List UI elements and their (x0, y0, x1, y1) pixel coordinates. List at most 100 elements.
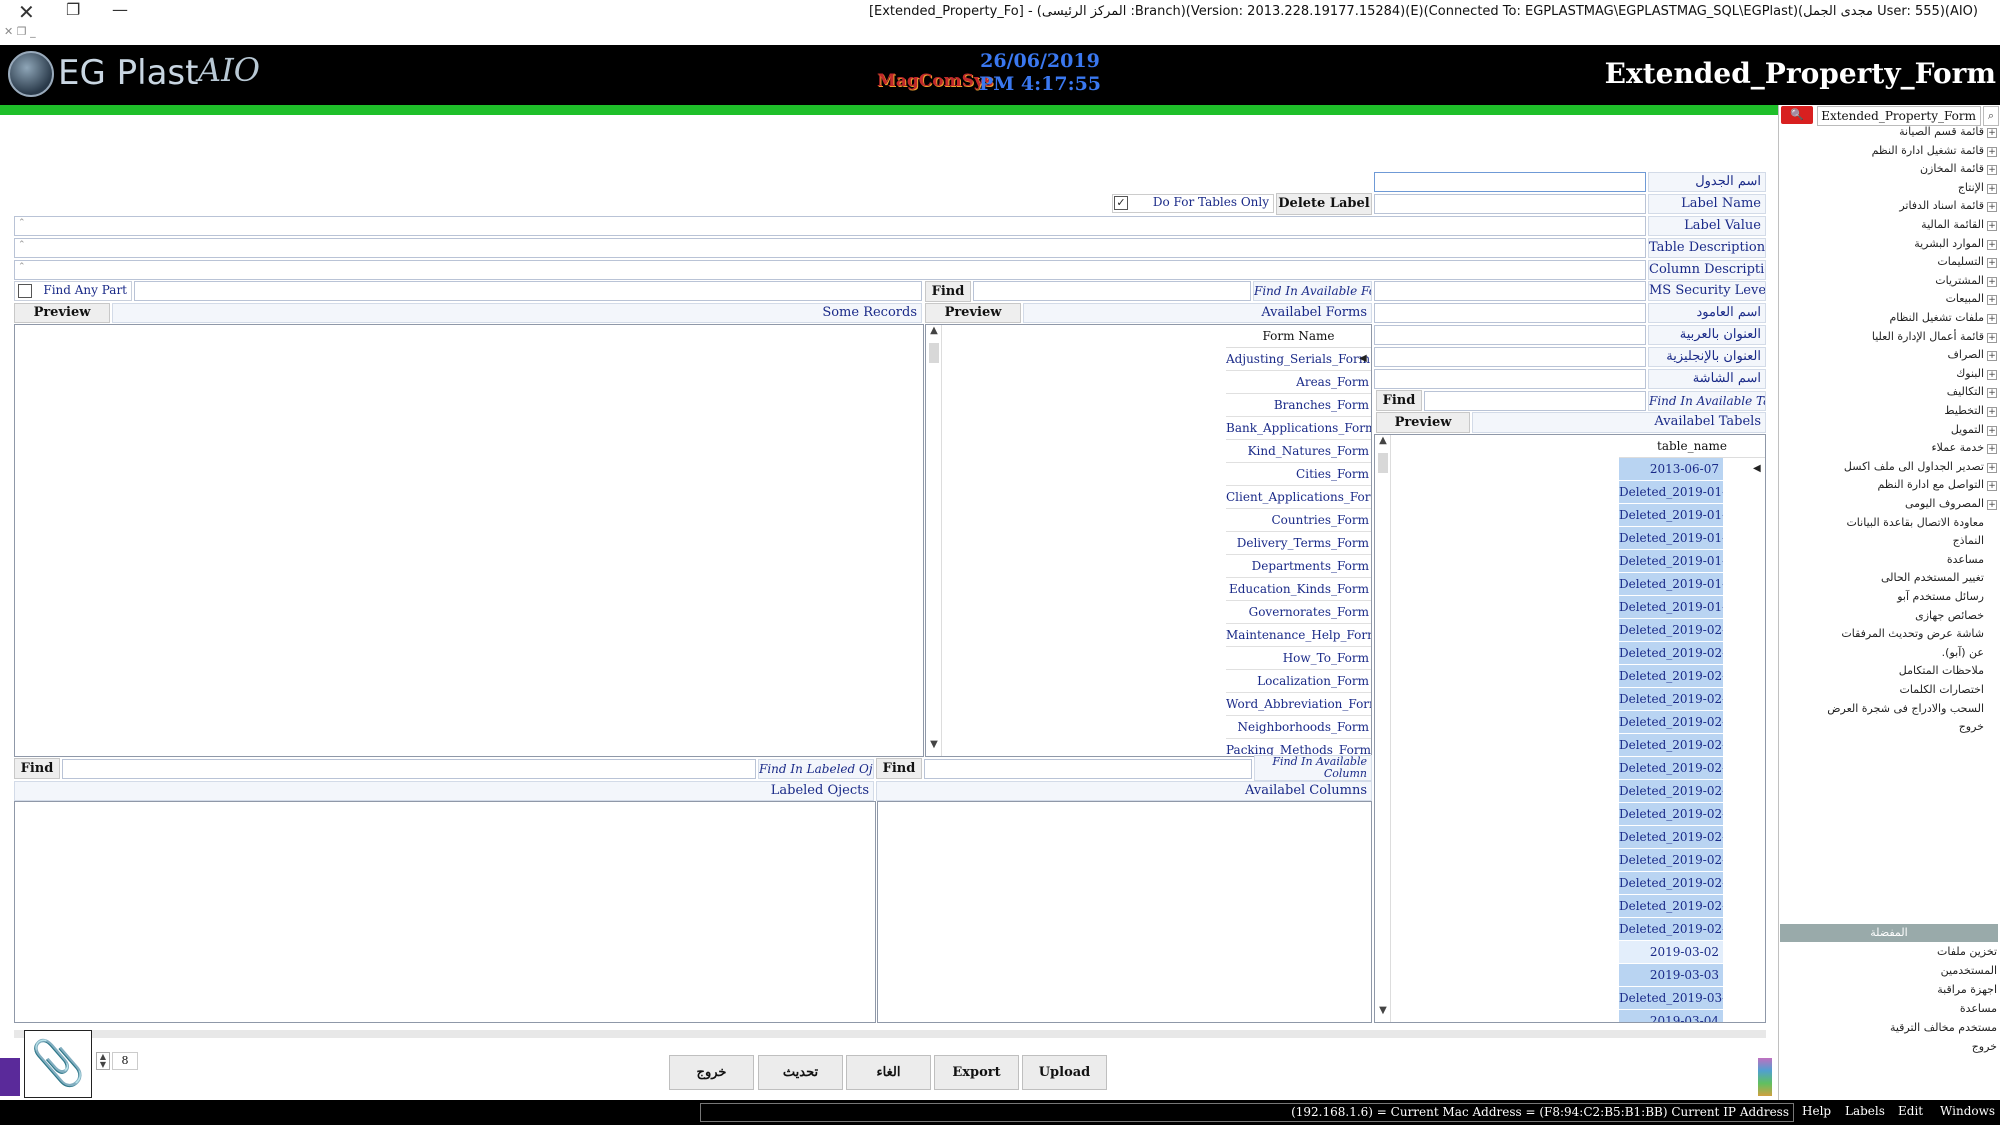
expand-icon[interactable]: + (1987, 369, 1997, 380)
find-form-input[interactable] (973, 281, 1251, 301)
expand-icon[interactable]: + (1987, 183, 1997, 194)
expand-icon[interactable]: + (1987, 481, 1997, 492)
nav-tree-item[interactable]: +تصدير الجداول الى ملف اكسل (1844, 460, 1997, 473)
scroll-up-icon[interactable]: ▲ (1375, 435, 1391, 446)
nav-tree-item[interactable]: +قائمة المخازن (1920, 162, 1997, 176)
expand-icon[interactable] (1987, 627, 1997, 637)
table-row[interactable]: Deleted_2019-01-04 (1619, 504, 1723, 527)
expand-icon[interactable]: + (1987, 128, 1997, 138)
form-row[interactable]: Localization_Form (1226, 670, 1371, 693)
scroll-thumb[interactable] (929, 343, 939, 363)
page-number-input[interactable]: 8 (112, 1052, 138, 1070)
form-row[interactable]: Kind_Natures_Form (1226, 440, 1371, 463)
form-row[interactable]: Cities_Form (1226, 463, 1371, 486)
table-row[interactable]: Deleted_2019-01-26 (1619, 596, 1723, 619)
ms-security-level-input[interactable] (1374, 281, 1646, 301)
available-columns-grid[interactable] (877, 801, 1372, 1023)
expand-icon[interactable]: + (1987, 165, 1997, 176)
minimize-window-icon[interactable]: — (112, 0, 128, 19)
expand-icon[interactable]: + (1987, 258, 1997, 269)
records-preview-button[interactable]: Preview (14, 303, 110, 323)
nav-tree-item[interactable]: رسائل مستخدم آبو (1897, 590, 1997, 603)
expand-icon[interactable] (1987, 646, 1997, 656)
table-row[interactable]: Deleted_2019-02-17 (1619, 757, 1723, 780)
nav-tree-item[interactable]: تغيير المستخدم الحالى (1881, 571, 1997, 584)
table-row[interactable]: Deleted_2019-02-15 (1619, 734, 1723, 757)
side-tab[interactable] (0, 1058, 20, 1096)
form-row[interactable]: Bank_Applications_Form (1226, 417, 1371, 440)
table-name-input[interactable] (1374, 172, 1646, 192)
nav-tree-item[interactable]: خروج (1959, 720, 1997, 733)
favorite-item[interactable]: مستخدم مخالف الترقية (1890, 1021, 1997, 1034)
column-name-input[interactable] (1374, 303, 1646, 323)
menu-windows[interactable]: Windows (1940, 1104, 1995, 1118)
nav-tree-item[interactable]: +التكاليف (1947, 385, 1997, 399)
expand-icon[interactable]: + (1987, 351, 1997, 362)
nav-tree-item[interactable]: +الصراف (1948, 348, 1997, 362)
find-labeled-button[interactable]: Find (14, 758, 60, 779)
nav-tree-item[interactable]: اختصارات الكلمات (1900, 683, 1997, 696)
find-column-button[interactable]: Find (876, 758, 922, 779)
table-row[interactable]: 2019-03-04 (1619, 1010, 1723, 1022)
nav-tree-item[interactable]: +التواصل مع ادارة النظم (1877, 478, 1997, 492)
nav-tree-item[interactable]: خصائص جهازى (1915, 609, 1997, 622)
expand-icon[interactable]: + (1987, 332, 1997, 343)
table-row[interactable]: 2019-03-03 (1619, 964, 1723, 987)
label-name-input[interactable] (1374, 194, 1646, 214)
refresh-button[interactable]: تحديث (758, 1055, 843, 1090)
expand-icon[interactable] (1987, 702, 1997, 712)
records-grid[interactable] (14, 324, 924, 757)
scroll-thumb[interactable] (1378, 453, 1388, 473)
expand-icon[interactable]: + (1987, 276, 1997, 287)
screen-name-input[interactable] (1374, 369, 1646, 389)
table-row[interactable]: Deleted_2019-02-18 (1619, 780, 1723, 803)
find-table-button[interactable]: Find (1376, 390, 1422, 411)
table-row[interactable]: Deleted_2019-02-25 (1619, 872, 1723, 895)
spin-icon[interactable]: ⌃ (18, 262, 26, 272)
english-title-input[interactable] (1374, 347, 1646, 367)
table-row[interactable]: Deleted_2019-03-03 (1619, 987, 1723, 1010)
menu-edit[interactable]: Edit (1898, 1104, 1923, 1118)
expand-icon[interactable]: + (1987, 295, 1997, 306)
table-row[interactable]: Deleted_2019-02-04 (1619, 665, 1723, 688)
expand-icon[interactable]: + (1987, 425, 1997, 436)
labeled-objects-grid[interactable] (14, 801, 876, 1023)
nav-tree-item[interactable]: +التسليمات (1937, 255, 1997, 269)
form-row[interactable]: Delivery_Terms_Form (1226, 532, 1371, 555)
favorite-item[interactable]: تخزين ملفات (1937, 945, 1997, 958)
form-row[interactable]: How_To_Form (1226, 647, 1371, 670)
expand-icon[interactable]: + (1987, 202, 1997, 213)
exit-button[interactable]: خروج (669, 1055, 754, 1090)
favorite-item[interactable]: خروج (1972, 1040, 1997, 1053)
expand-icon[interactable]: + (1987, 146, 1997, 157)
expand-icon[interactable] (1987, 516, 1997, 526)
form-row[interactable]: Areas_Form (1226, 371, 1371, 394)
nav-tree-item[interactable]: +الموارد البشرية (1914, 237, 1997, 250)
table-row[interactable]: Deleted_2019-01-24 (1619, 573, 1723, 596)
expand-icon[interactable]: + (1987, 221, 1997, 231)
upload-button[interactable]: Upload (1022, 1055, 1107, 1090)
form-row[interactable]: Adjusting_Serials_Form (1226, 348, 1371, 371)
expand-icon[interactable] (1987, 609, 1997, 619)
expand-icon[interactable] (1987, 664, 1997, 674)
paperclip-icon[interactable]: 📎 (24, 1030, 92, 1098)
expand-icon[interactable] (1987, 720, 1997, 730)
expand-icon[interactable]: + (1987, 462, 1997, 473)
form-row[interactable]: Client_Applications_Form (1226, 486, 1371, 509)
table-row[interactable]: Deleted_2019-01-19 (1619, 550, 1723, 573)
column-description-input[interactable]: ⌃ (14, 260, 1646, 280)
favorite-item[interactable]: المستخدمين (1941, 964, 1997, 977)
expand-icon[interactable]: + (1987, 407, 1997, 417)
expand-icon[interactable]: + (1987, 444, 1997, 455)
form-row[interactable]: Maintenance_Help_Form (1226, 624, 1371, 647)
form-row[interactable]: Branches_Form (1226, 394, 1371, 417)
nav-tree-item[interactable]: +الإنتاج (1958, 181, 1997, 194)
nav-tree-item[interactable]: +التمويل (1951, 423, 1997, 436)
tables-preview-button[interactable]: Preview (1376, 412, 1470, 433)
spin-icon[interactable]: ⌃ (18, 218, 26, 228)
form-row[interactable]: Neighborhoods_Form (1226, 716, 1371, 739)
scroll-down-icon[interactable]: ▼ (1375, 1005, 1391, 1016)
page-spinner-icon[interactable]: ▲ ▼ (96, 1052, 110, 1070)
table-row[interactable]: Deleted_2019-02-01 (1619, 619, 1723, 642)
table-row[interactable]: Deleted_2019-02-09 (1619, 688, 1723, 711)
